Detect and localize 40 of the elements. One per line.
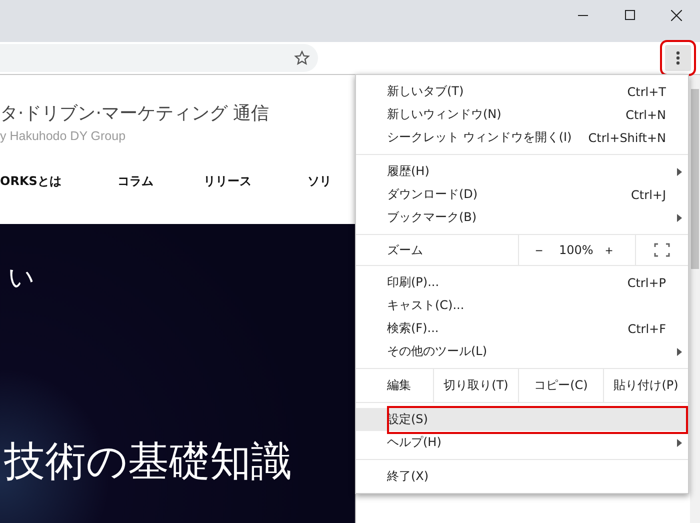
menu-item[interactable]: シークレット ウィンドウを開く(I) Ctrl+Shift+N (356, 126, 688, 149)
scrollbar[interactable] (690, 75, 700, 523)
shortcut-label: Ctrl+T (627, 84, 666, 98)
nav-link[interactable]: リリース (203, 173, 252, 190)
fullscreen-icon[interactable] (654, 243, 670, 257)
shortcut-label: Ctrl+P (627, 276, 666, 290)
hero-heading: 技術の基礎知識 (4, 436, 292, 487)
site-subtitle: y Hakuhodo DY Group (0, 129, 127, 143)
menu-item[interactable]: キャスト(C)... (356, 294, 688, 317)
nav-link[interactable]: ORKSとは (0, 173, 62, 190)
menu-button[interactable] (665, 45, 691, 71)
close-icon (671, 10, 682, 20)
minimize-icon (578, 14, 588, 16)
menu-item[interactable]: ダウンロード(D) Ctrl+J (356, 183, 688, 206)
edit-button[interactable]: 切り取り(T) (433, 369, 518, 402)
maximize-icon (624, 10, 634, 20)
shortcut-label: Ctrl+Shift+N (588, 130, 666, 144)
nav-link[interactable]: ソリ (307, 173, 332, 190)
edit-button[interactable]: 貼り付け(P) (603, 369, 688, 402)
menu-item[interactable]: 終了(X) (356, 465, 688, 488)
more-icon (676, 51, 680, 65)
hero-text: い (8, 262, 35, 295)
nav-link[interactable]: コラム (117, 173, 154, 190)
shortcut-label: Ctrl+N (626, 108, 666, 122)
menu-item[interactable]: ブックマーク(B) (356, 206, 688, 229)
menu-item[interactable]: 印刷(P)... Ctrl+P (356, 271, 688, 294)
edit-button[interactable]: コピー(C) (518, 369, 603, 402)
zoom-label: ズーム (386, 242, 424, 258)
menu-item[interactable]: 新しいタブ(T) Ctrl+T (356, 80, 688, 103)
menu-item[interactable]: その他のツール(L) (356, 340, 688, 363)
menu-item[interactable]: 履歴(H) (356, 160, 688, 183)
menu-item[interactable]: ヘルプ(H) (356, 431, 688, 454)
menu-item[interactable]: 新しいウィンドウ(N) Ctrl+N (356, 103, 688, 126)
edit-label: 編集 (386, 377, 412, 394)
zoom-out-button[interactable]: − (519, 242, 559, 258)
shortcut-label: Ctrl+F (628, 322, 666, 336)
shortcut-label: Ctrl+J (631, 188, 666, 202)
star-icon[interactable] (294, 50, 310, 66)
site-title: タ·ドリブン·マーケティング 通信 (0, 102, 270, 125)
menu-item[interactable]: 検索(F)... Ctrl+F (356, 317, 688, 340)
